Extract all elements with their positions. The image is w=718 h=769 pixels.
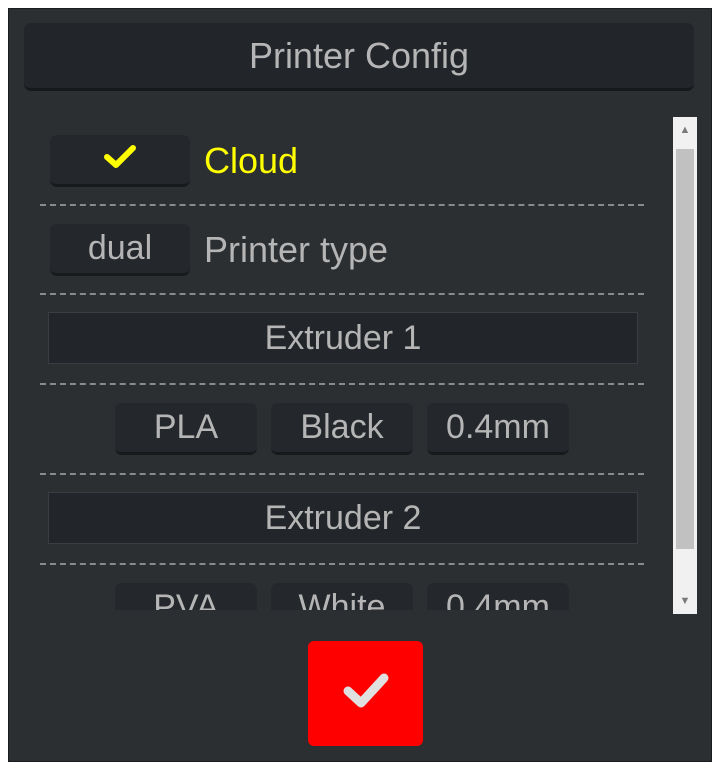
printer-type-row: dual Printer type <box>30 223 650 277</box>
checkmark-icon <box>342 672 390 715</box>
scroll-up-arrow-icon[interactable]: ▲ <box>673 119 697 141</box>
divider <box>40 383 644 385</box>
confirm-button[interactable] <box>308 641 423 746</box>
extruder-2-nozzle-button[interactable]: 0.4mm <box>427 583 569 610</box>
extruder-1-nozzle: 0.4mm <box>446 408 550 446</box>
extruder-1-color: Black <box>300 408 384 446</box>
panel-title-text: Printer Config <box>248 34 470 76</box>
extruder-2-color: White <box>298 588 386 610</box>
extruder-1-header: Extruder 1 <box>48 312 638 364</box>
extruder-1-color-button[interactable]: Black <box>271 403 413 455</box>
extruder-1-material: PLA <box>153 408 219 446</box>
settings-list[interactable]: Cloud dual Printer type Extruder 1 PLA B… <box>30 106 670 610</box>
check-icon <box>103 140 137 179</box>
printer-type-label: Printer type <box>204 229 389 270</box>
divider <box>40 204 644 206</box>
extruder-2-options: PVA White 0.4mm <box>30 583 654 610</box>
extruder-1-material-button[interactable]: PLA <box>115 403 257 455</box>
panel-title: Printer Config <box>24 23 694 91</box>
cloud-row: Cloud <box>30 134 650 188</box>
scrollbar-thumb[interactable] <box>676 149 694 549</box>
extruder-2-nozzle: 0.4mm <box>446 588 550 610</box>
extruder-2-material: PVA <box>153 588 219 610</box>
cloud-toggle[interactable] <box>50 135 190 187</box>
printer-type-selector[interactable]: dual <box>50 224 190 276</box>
extruder-1-options: PLA Black 0.4mm <box>30 403 654 455</box>
extruder-2-color-button[interactable]: White <box>271 583 413 610</box>
scroll-down-arrow-icon[interactable]: ▼ <box>673 590 697 612</box>
divider <box>40 293 644 295</box>
scrollbar[interactable]: ▲ ▼ <box>673 117 697 614</box>
extruder-2-header: Extruder 2 <box>48 492 638 544</box>
divider <box>40 563 644 565</box>
extruder-1-title: Extruder 1 <box>264 318 422 357</box>
extruder-2-title: Extruder 2 <box>264 498 422 537</box>
divider <box>40 473 644 475</box>
printer-type-value: dual <box>87 229 153 267</box>
extruder-1-nozzle-button[interactable]: 0.4mm <box>427 403 569 455</box>
cloud-label: Cloud <box>204 140 299 181</box>
extruder-2-material-button[interactable]: PVA <box>115 583 257 610</box>
